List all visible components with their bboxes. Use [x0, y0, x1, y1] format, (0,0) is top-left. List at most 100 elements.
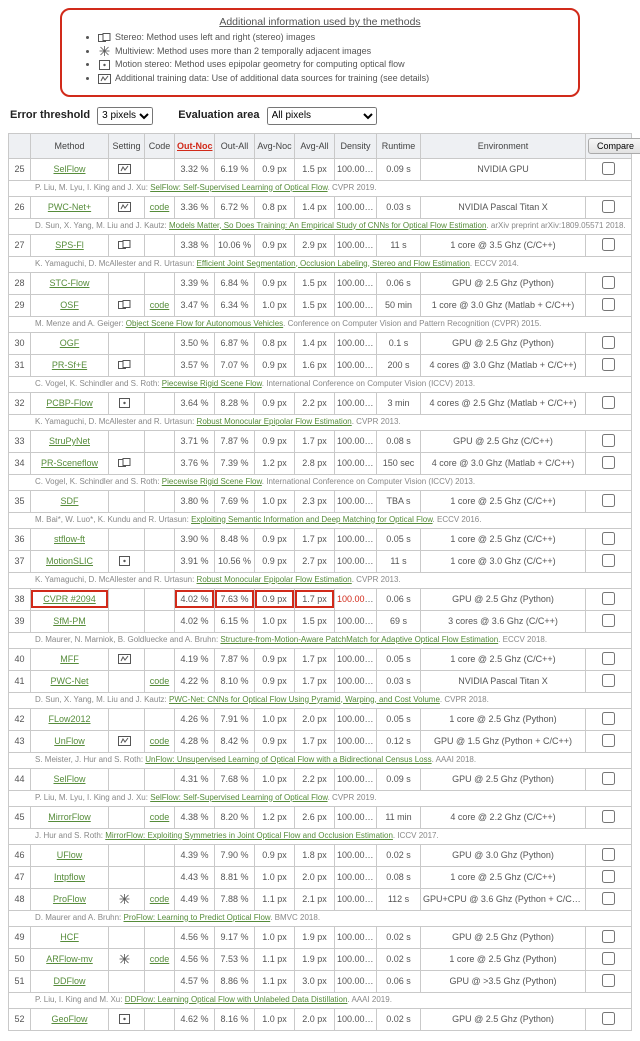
compare-cell[interactable] — [586, 970, 632, 992]
col-outall[interactable]: Out-All — [215, 133, 255, 158]
compare-checkbox[interactable] — [602, 592, 615, 605]
method-cell[interactable]: ARFlow-mv — [31, 948, 109, 970]
compare-cell[interactable] — [586, 648, 632, 670]
citation-link[interactable]: Object Scene Flow for Autonomous Vehicle… — [126, 319, 283, 328]
method-cell[interactable]: UnFlow — [31, 730, 109, 752]
compare-checkbox[interactable] — [602, 614, 615, 627]
compare-checkbox[interactable] — [602, 494, 615, 507]
citation-link[interactable]: MirrorFlow: Exploiting Symmetries in Joi… — [105, 831, 393, 840]
compare-checkbox[interactable] — [602, 930, 615, 943]
compare-checkbox[interactable] — [602, 810, 615, 823]
compare-cell[interactable] — [586, 234, 632, 256]
compare-checkbox[interactable] — [602, 892, 615, 905]
col-avgall[interactable]: Avg-All — [295, 133, 335, 158]
compare-cell[interactable] — [586, 844, 632, 866]
method-cell[interactable]: stflow-ft — [31, 528, 109, 550]
compare-cell[interactable] — [586, 196, 632, 218]
compare-checkbox[interactable] — [602, 848, 615, 861]
compare-checkbox[interactable] — [602, 238, 615, 251]
method-cell[interactable]: OSF — [31, 294, 109, 316]
compare-checkbox[interactable] — [602, 974, 615, 987]
compare-cell[interactable] — [586, 452, 632, 474]
citation-link[interactable]: SelFlow: Self-Supervised Learning of Opt… — [150, 183, 327, 192]
citation-link[interactable]: Structure-from-Motion-Aware PatchMatch f… — [220, 635, 498, 644]
compare-checkbox[interactable] — [602, 456, 615, 469]
compare-cell[interactable] — [586, 926, 632, 948]
citation-link[interactable]: SelFlow: Self-Supervised Learning of Opt… — [150, 793, 327, 802]
compare-checkbox[interactable] — [602, 298, 615, 311]
compare-checkbox[interactable] — [602, 336, 615, 349]
method-cell[interactable]: SfM-PM — [31, 610, 109, 632]
compare-checkbox[interactable] — [602, 358, 615, 371]
compare-cell[interactable] — [586, 730, 632, 752]
compare-cell[interactable] — [586, 806, 632, 828]
compare-checkbox[interactable] — [602, 276, 615, 289]
method-cell[interactable]: Intpflow — [31, 866, 109, 888]
col-avgnoc[interactable]: Avg-Noc — [255, 133, 295, 158]
compare-cell[interactable] — [586, 272, 632, 294]
compare-checkbox[interactable] — [602, 162, 615, 175]
method-cell[interactable]: DDFlow — [31, 970, 109, 992]
code-cell[interactable]: code — [145, 294, 175, 316]
compare-checkbox[interactable] — [602, 200, 615, 213]
eval-area-select[interactable]: All pixels — [267, 107, 377, 125]
citation-link[interactable]: PWC-Net: CNNs for Optical Flow Using Pyr… — [169, 695, 440, 704]
citation-link[interactable]: Robust Monocular Epipolar Flow Estimatio… — [197, 417, 352, 426]
method-cell[interactable]: OGF — [31, 332, 109, 354]
method-cell[interactable]: GeoFlow — [31, 1008, 109, 1030]
citation-link[interactable]: Models Matter, So Does Training: An Empi… — [169, 221, 486, 230]
compare-checkbox[interactable] — [602, 396, 615, 409]
compare-cell[interactable] — [586, 768, 632, 790]
code-cell[interactable]: code — [145, 806, 175, 828]
method-cell[interactable]: PR-Sf+E — [31, 354, 109, 376]
method-cell[interactable]: MFF — [31, 648, 109, 670]
code-cell[interactable]: code — [145, 196, 175, 218]
code-cell[interactable]: code — [145, 730, 175, 752]
method-cell[interactable]: PCBP-Flow — [31, 392, 109, 414]
method-cell[interactable]: SPS-Fl — [31, 234, 109, 256]
citation-link[interactable]: ProFlow: Learning to Predict Optical Flo… — [124, 913, 271, 922]
col-density[interactable]: Density — [335, 133, 377, 158]
compare-cell[interactable] — [586, 1008, 632, 1030]
compare-cell[interactable] — [586, 670, 632, 692]
col-runtime[interactable]: Runtime — [377, 133, 421, 158]
citation-link[interactable]: UnFlow: Unsupervised Learning of Optical… — [145, 755, 431, 764]
err-threshold-select[interactable]: 3 pixels — [97, 107, 153, 125]
compare-cell[interactable] — [586, 490, 632, 512]
citation-link[interactable]: Robust Monocular Epipolar Flow Estimatio… — [197, 575, 352, 584]
compare-cell[interactable] — [586, 528, 632, 550]
method-cell[interactable]: PWC-Net+ — [31, 196, 109, 218]
col-outnoc[interactable]: Out-Noc — [175, 133, 215, 158]
compare-checkbox[interactable] — [602, 434, 615, 447]
compare-cell[interactable] — [586, 708, 632, 730]
code-cell[interactable]: code — [145, 670, 175, 692]
compare-checkbox[interactable] — [602, 554, 615, 567]
compare-checkbox[interactable] — [602, 1012, 615, 1025]
method-cell[interactable]: FLow2012 — [31, 708, 109, 730]
compare-checkbox[interactable] — [602, 652, 615, 665]
compare-cell[interactable] — [586, 550, 632, 572]
citation-link[interactable]: Efficient Joint Segmentation, Occlusion … — [197, 259, 470, 268]
code-cell[interactable]: code — [145, 888, 175, 910]
method-cell[interactable]: MirrorFlow — [31, 806, 109, 828]
compare-cell[interactable] — [586, 888, 632, 910]
compare-checkbox[interactable] — [602, 674, 615, 687]
compare-cell[interactable] — [586, 866, 632, 888]
citation-link[interactable]: DDFlow: Learning Optical Flow with Unlab… — [125, 995, 348, 1004]
compare-checkbox[interactable] — [602, 712, 615, 725]
compare-cell[interactable] — [586, 354, 632, 376]
method-cell[interactable]: MotionSLIC — [31, 550, 109, 572]
compare-checkbox[interactable] — [602, 532, 615, 545]
compare-cell[interactable] — [586, 332, 632, 354]
method-cell[interactable]: SDF — [31, 490, 109, 512]
method-cell[interactable]: HCF — [31, 926, 109, 948]
method-cell[interactable]: SelFlow — [31, 768, 109, 790]
method-cell[interactable]: StruPyNet — [31, 430, 109, 452]
method-cell[interactable]: PR-Sceneflow — [31, 452, 109, 474]
compare-checkbox[interactable] — [602, 772, 615, 785]
compare-checkbox[interactable] — [602, 870, 615, 883]
compare-cell[interactable] — [586, 392, 632, 414]
citation-link[interactable]: Piecewise Rigid Scene Flow — [162, 477, 262, 486]
citation-link[interactable]: Piecewise Rigid Scene Flow — [162, 379, 262, 388]
compare-cell[interactable] — [586, 948, 632, 970]
